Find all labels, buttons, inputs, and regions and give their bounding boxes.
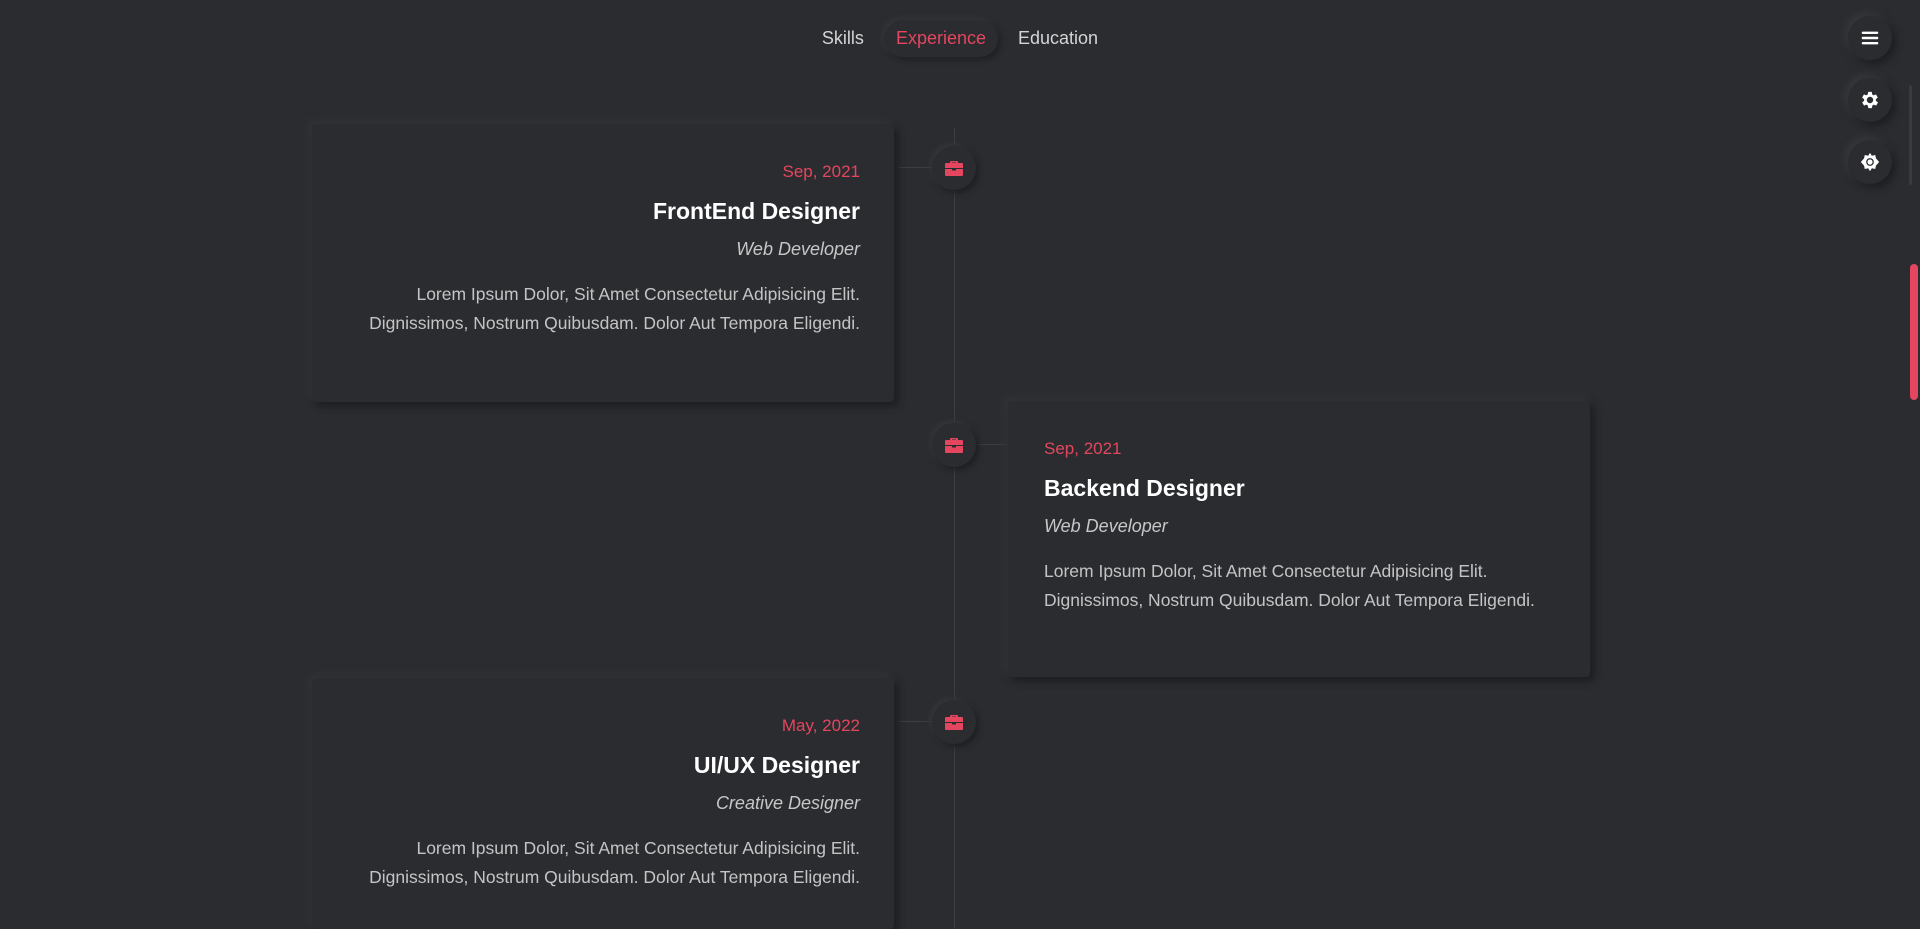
sun-icon: [1860, 152, 1880, 172]
tab-education[interactable]: Education: [1006, 20, 1110, 57]
experience-title: Backend Designer: [1044, 475, 1245, 501]
scrollbar-track-mini: [1909, 85, 1912, 185]
experience-card: May, 2022 UI/UX Designer Creative Design…: [312, 678, 894, 929]
experience-description: Lorem Ipsum Dolor, Sit Amet Consectetur …: [1044, 561, 1535, 610]
briefcase-icon: [945, 715, 963, 730]
experience-card: Sep, 2021 FrontEnd Designer Web Develope…: [312, 124, 894, 402]
experience-subtitle: Creative Designer: [715, 793, 860, 813]
timeline-node: [932, 146, 976, 190]
timeline-line: [954, 128, 955, 929]
experience-title: FrontEnd Designer: [652, 198, 860, 224]
tab-experience[interactable]: Experience: [884, 20, 998, 57]
settings-button[interactable]: [1848, 78, 1892, 122]
gear-icon: [1862, 91, 1878, 109]
timeline-connector: [898, 721, 934, 722]
timeline-node: [932, 700, 976, 744]
experience-subtitle: Web Developer: [736, 239, 860, 259]
timeline-connector: [976, 444, 1010, 445]
briefcase-icon: [945, 161, 963, 176]
side-controls: [1848, 16, 1892, 184]
theme-toggle-button[interactable]: [1848, 140, 1892, 184]
experience-date: Sep, 2021: [782, 162, 860, 181]
tab-skills[interactable]: Skills: [810, 20, 876, 57]
experience-date: Sep, 2021: [1044, 439, 1122, 458]
section-tabs: Skills Experience Education: [0, 20, 1920, 57]
briefcase-icon: [945, 438, 963, 453]
hamburger-menu-icon: [1861, 31, 1879, 45]
experience-description: Lorem Ipsum Dolor, Sit Amet Consectetur …: [369, 284, 860, 333]
menu-button[interactable]: [1848, 16, 1892, 60]
scrollbar-thumb[interactable]: [1910, 264, 1918, 400]
experience-description: Lorem Ipsum Dolor, Sit Amet Consectetur …: [369, 838, 860, 887]
experience-title: UI/UX Designer: [693, 752, 860, 778]
experience-date: May, 2022: [781, 716, 860, 735]
experience-subtitle: Web Developer: [1044, 516, 1168, 536]
timeline-connector: [898, 167, 934, 168]
experience-card: Sep, 2021 Backend Designer Web Developer…: [1008, 401, 1590, 677]
timeline-node: [932, 423, 976, 467]
